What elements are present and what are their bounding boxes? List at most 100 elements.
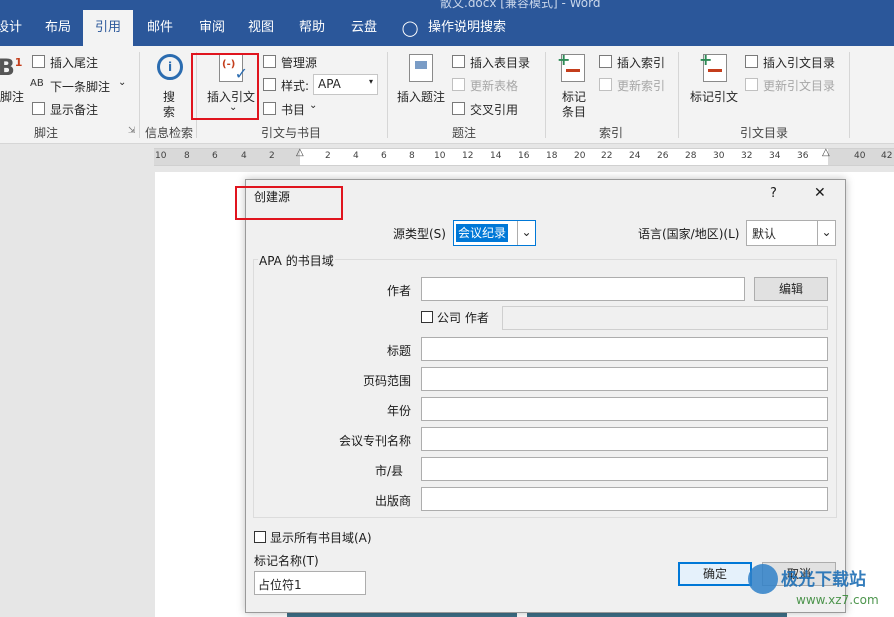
ruler-tick: 10 bbox=[434, 151, 446, 161]
ruler-tick: 4 bbox=[353, 151, 359, 161]
search-button-line2[interactable]: 索 bbox=[163, 103, 175, 120]
update-index-icon bbox=[599, 78, 612, 91]
ok-button[interactable]: 确定 bbox=[678, 562, 752, 586]
tag-name-label: 标记名称(T) bbox=[254, 554, 319, 568]
update-table-button[interactable]: 更新表格 bbox=[470, 77, 518, 94]
tab-layout[interactable]: 布局 bbox=[45, 10, 71, 46]
group-separator bbox=[678, 52, 679, 138]
create-source-dialog: 创建源 ? ✕ 源类型(S) 会议纪录 ⌄ 语言(国家/地区)(L) 默认 ⌄ … bbox=[235, 179, 846, 613]
update-table-icon bbox=[452, 78, 465, 91]
update-toa-icon bbox=[745, 78, 758, 91]
ruler-tick: 30 bbox=[713, 151, 725, 161]
style-dropdown[interactable]: APA ▾ bbox=[313, 74, 378, 95]
ribbon: B1 脚注 插入尾注 AB 下一条脚注 ⌄ 显示备注 脚注 ⇲ i 搜 索 信息… bbox=[0, 46, 894, 144]
insert-toa-button[interactable]: 插入引文目录 bbox=[763, 54, 835, 71]
group-label-captions: 题注 bbox=[452, 126, 477, 140]
footnote-big-icon: B1 bbox=[0, 56, 23, 81]
ruler-tick: 12 bbox=[462, 151, 474, 161]
author-input[interactable] bbox=[421, 277, 745, 301]
bibliography-icon bbox=[263, 102, 276, 115]
group-separator bbox=[849, 52, 850, 138]
chevron-down-icon: ▾ bbox=[368, 77, 373, 86]
next-footnote-button[interactable]: 下一条脚注 bbox=[50, 78, 110, 95]
edit-author-button[interactable]: 编辑 bbox=[754, 277, 828, 301]
update-toa-button[interactable]: 更新引文目录 bbox=[763, 77, 835, 94]
update-index-button[interactable]: 更新索引 bbox=[617, 77, 665, 94]
insert-table-of-figures-button[interactable]: 插入表目录 bbox=[470, 54, 530, 71]
tag-name-input[interactable]: 占位符1 bbox=[254, 571, 366, 595]
manage-sources-button[interactable]: 管理源 bbox=[281, 54, 317, 71]
tag-name-value: 占位符1 bbox=[258, 578, 302, 592]
city-label: 市/县 bbox=[375, 464, 404, 478]
tab-design[interactable]: 设计 bbox=[0, 10, 22, 46]
show-all-fields-label: 显示所有书目域(A) bbox=[270, 531, 372, 545]
language-label: 语言(国家/地区)(L) bbox=[638, 227, 740, 241]
chevron-down-icon: ⌄ bbox=[517, 221, 535, 245]
group-separator bbox=[545, 52, 546, 138]
pages-label: 页码范围 bbox=[363, 374, 412, 388]
window-title: 散文.docx [兼容模式] - Word bbox=[440, 0, 601, 10]
show-notes-button[interactable]: 显示备注 bbox=[50, 101, 98, 118]
indent-marker-icon[interactable]: △ bbox=[822, 147, 830, 158]
publisher-input[interactable] bbox=[421, 487, 828, 511]
conference-name-input[interactable] bbox=[421, 427, 828, 451]
ribbon-tab-bar: 设计 布局 引用 邮件 审阅 视图 帮助 云盘 ◯ 操作说明搜索 bbox=[0, 10, 894, 46]
mark-citation-button[interactable]: 标记引文 bbox=[690, 88, 738, 105]
ruler-tick: 34 bbox=[769, 151, 781, 161]
chevron-down-icon: ⌄ bbox=[817, 221, 835, 245]
tab-view[interactable]: 视图 bbox=[248, 10, 274, 46]
pages-input[interactable] bbox=[421, 367, 828, 391]
help-button[interactable]: ? bbox=[770, 186, 777, 201]
corporate-author-checkbox[interactable] bbox=[421, 311, 433, 323]
chevron-down-icon[interactable]: ⌄ bbox=[118, 77, 126, 88]
show-all-fields-checkbox[interactable] bbox=[254, 531, 266, 543]
ruler-tick: 22 bbox=[601, 151, 613, 161]
insert-endnote-button[interactable]: 插入尾注 bbox=[50, 54, 98, 71]
horizontal-ruler[interactable]: 10 8 6 4 2 △ 2 4 6 8 10 12 14 16 18 20 2… bbox=[154, 147, 894, 166]
cross-reference-button[interactable]: 交叉引用 bbox=[470, 101, 518, 118]
corporate-author-label: 公司 作者 bbox=[437, 311, 489, 325]
source-type-select[interactable]: 会议纪录 ⌄ bbox=[453, 220, 536, 246]
mark-entry-icon: + bbox=[557, 50, 585, 82]
insert-caption-button[interactable]: 插入题注 bbox=[397, 88, 445, 105]
insert-footnote-button[interactable]: 脚注 bbox=[0, 88, 24, 105]
group-separator bbox=[139, 52, 140, 138]
indent-marker-icon[interactable]: △ bbox=[296, 147, 304, 158]
search-icon: i bbox=[157, 54, 183, 80]
year-input[interactable] bbox=[421, 397, 828, 421]
group-label-toa: 引文目录 bbox=[740, 126, 789, 140]
city-input[interactable] bbox=[421, 457, 828, 481]
tab-cloud[interactable]: 云盘 bbox=[351, 10, 377, 46]
corporate-author-input[interactable] bbox=[502, 306, 828, 330]
bibliography-button[interactable]: 书目 bbox=[281, 101, 305, 118]
title-bar: 散文.docx [兼容模式] - Word bbox=[0, 0, 894, 10]
chevron-down-icon[interactable]: ⌄ bbox=[309, 100, 317, 111]
ruler-tick: 36 bbox=[797, 151, 809, 161]
next-footnote-icon: AB bbox=[30, 78, 44, 89]
dialog-launcher-icon[interactable]: ⇲ bbox=[128, 126, 136, 136]
mark-entry-button-line2[interactable]: 条目 bbox=[562, 103, 586, 120]
lightbulb-icon: ◯ bbox=[401, 19, 419, 37]
conference-name-label: 会议专刊名称 bbox=[339, 434, 412, 448]
ruler-tick: 16 bbox=[518, 151, 530, 161]
language-select[interactable]: 默认 ⌄ bbox=[746, 220, 836, 246]
tell-me-search[interactable]: 操作说明搜索 bbox=[428, 10, 506, 46]
ruler-tick: 4 bbox=[241, 151, 247, 161]
style-value: APA bbox=[318, 77, 341, 91]
title-input[interactable] bbox=[421, 337, 828, 361]
publisher-label: 出版商 bbox=[375, 494, 412, 508]
ruler-tick: 20 bbox=[574, 151, 586, 161]
tab-help[interactable]: 帮助 bbox=[299, 10, 325, 46]
fields-group-label: APA 的书目域 bbox=[258, 252, 335, 269]
show-notes-icon bbox=[32, 102, 45, 115]
tab-references[interactable]: 引用 bbox=[83, 10, 133, 46]
insert-index-button[interactable]: 插入索引 bbox=[617, 54, 665, 71]
tab-mailings[interactable]: 邮件 bbox=[147, 10, 173, 46]
close-icon[interactable]: ✕ bbox=[814, 185, 826, 201]
ruler-tick: 40 bbox=[854, 151, 866, 161]
tab-review[interactable]: 审阅 bbox=[199, 10, 225, 46]
style-label: 样式: bbox=[281, 79, 310, 93]
ruler-tick: 2 bbox=[269, 151, 275, 161]
ruler-tick: 6 bbox=[212, 151, 218, 161]
insert-toa-icon bbox=[745, 55, 758, 68]
